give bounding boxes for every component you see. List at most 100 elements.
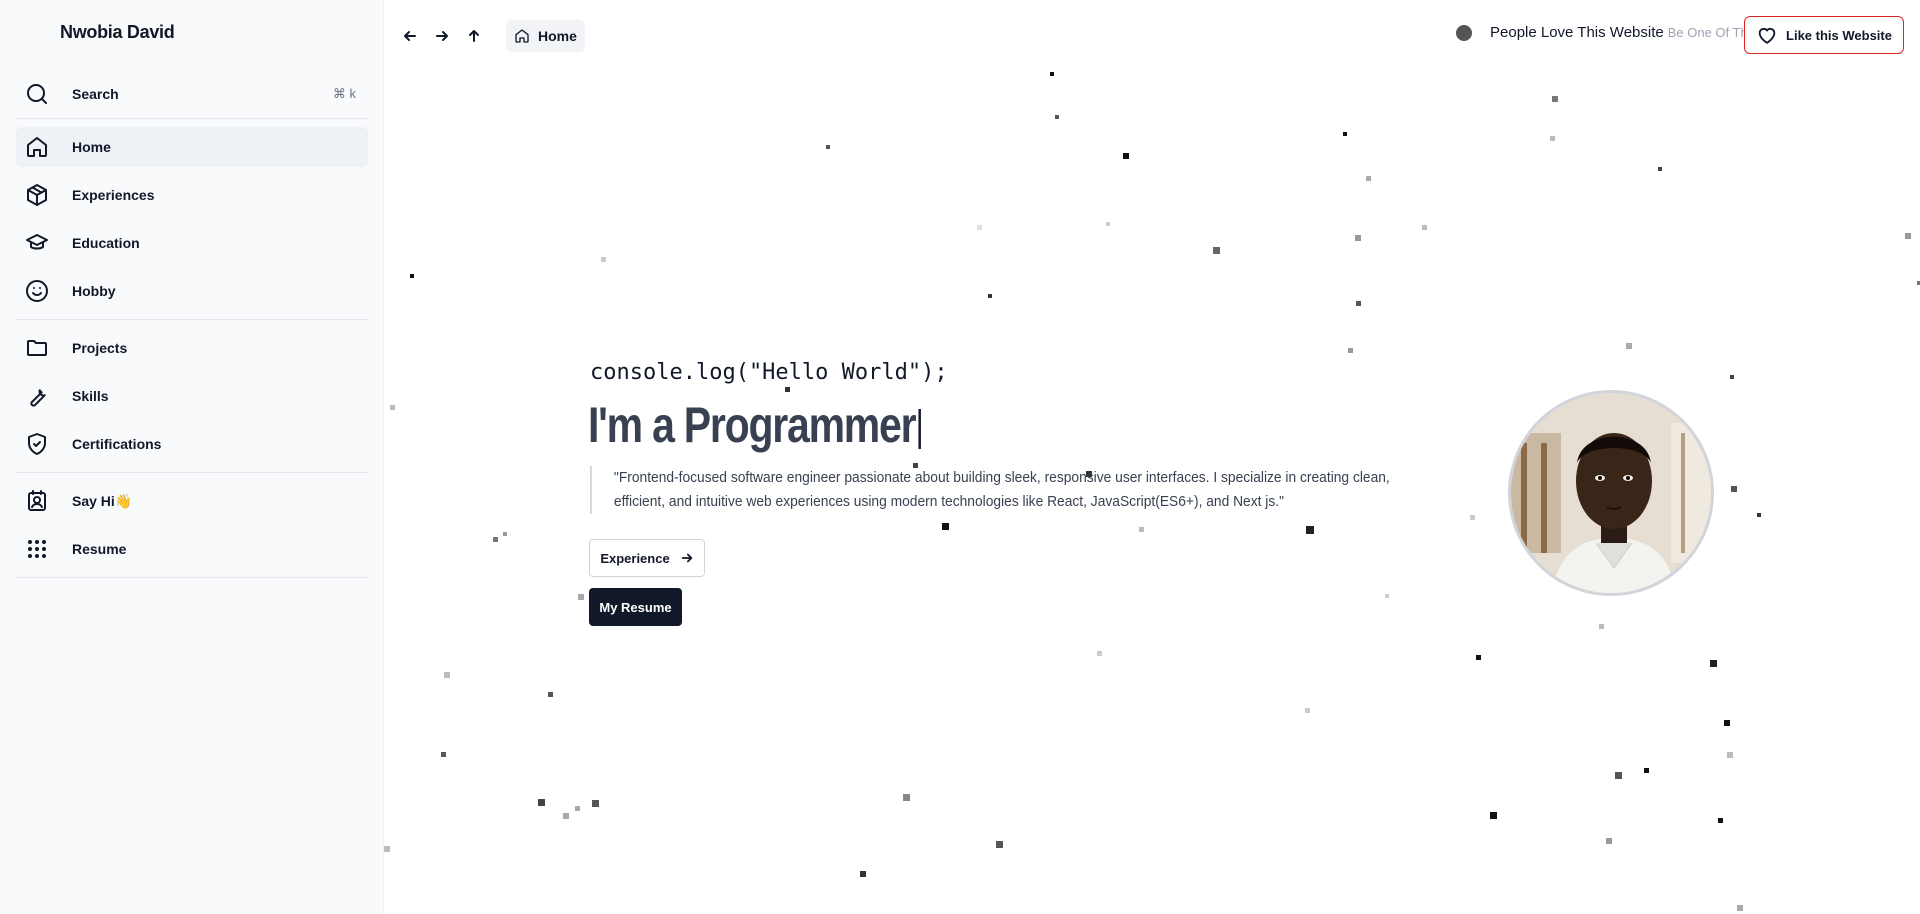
like-button-label: Like this Website: [1786, 27, 1892, 43]
profile-avatar: [1508, 390, 1714, 596]
background-pixel: [1306, 526, 1314, 534]
search-shortcut: ⌘ k: [332, 86, 356, 101]
sidebar-item-hobby[interactable]: Hobby: [16, 271, 368, 311]
background-pixel: [1658, 167, 1662, 171]
sidebar-item-skills[interactable]: Skills: [16, 376, 368, 416]
background-pixel: [1055, 115, 1059, 119]
back-button[interactable]: [394, 22, 426, 50]
background-pixel: [1737, 905, 1743, 911]
background-pixel: [503, 532, 507, 536]
background-pixel: [548, 692, 553, 697]
background-pixel: [1343, 132, 1347, 136]
background-pixel: [1724, 720, 1730, 726]
graduation-cap-icon: [24, 230, 50, 256]
sidebar-divider: [16, 472, 368, 473]
love-counter: People Love This Website Be One Of Them: [1456, 24, 1766, 41]
headline-text: I'm a Programmer: [588, 397, 917, 453]
sidebar-divider: [16, 118, 368, 119]
background-pixel: [977, 225, 982, 230]
sidebar-item-label: Resume: [72, 541, 127, 557]
heart-icon: [1758, 28, 1776, 44]
background-pixel: [1355, 235, 1361, 241]
background-pixel: [1348, 348, 1353, 353]
background-pixel: [1356, 301, 1361, 306]
background-pixel: [1097, 651, 1102, 656]
background-pixel: [444, 672, 450, 678]
background-pixel: [1050, 72, 1054, 76]
like-website-button[interactable]: Like this Website: [1744, 16, 1904, 54]
shield-check-icon: [24, 431, 50, 457]
background-pixel: [1470, 515, 1475, 520]
experience-button[interactable]: Experience: [589, 539, 705, 577]
experience-button-label: Experience: [600, 550, 670, 566]
background-pixel: [1422, 225, 1427, 230]
background-pixel: [1606, 838, 1612, 844]
background-pixel: [1213, 247, 1220, 254]
box-icon: [24, 182, 50, 208]
contact-icon: [24, 488, 50, 514]
typing-caret: [918, 408, 922, 449]
home-icon: [24, 134, 50, 160]
sidebar: Nwobia David Search ⌘ k Home Experiences…: [0, 0, 384, 914]
sidebar-item-label: Home: [72, 139, 111, 155]
sidebar-item-label: Hobby: [72, 283, 116, 299]
background-pixel: [493, 537, 498, 542]
background-pixel: [1718, 818, 1723, 823]
arrow-right-icon: [681, 553, 692, 563]
sidebar-item-home[interactable]: Home: [16, 127, 368, 167]
background-pixel: [903, 794, 910, 801]
background-pixel: [538, 799, 545, 806]
sidebar-item-education[interactable]: Education: [16, 223, 368, 263]
background-pixel: [1730, 375, 1734, 379]
background-pixel: [1106, 222, 1110, 226]
sidebar-item-resume[interactable]: Resume: [16, 529, 368, 569]
background-pixel: [1476, 655, 1481, 660]
hero-quote: "Frontend-focused software engineer pass…: [590, 466, 1409, 514]
background-pixel: [575, 806, 580, 811]
background-pixel: [1139, 527, 1144, 532]
resume-button[interactable]: My Resume: [589, 588, 682, 626]
sidebar-item-projects[interactable]: Projects: [16, 328, 368, 368]
brand-name: Nwobia David: [60, 22, 175, 42]
portrait-photo: [1511, 393, 1711, 593]
background-pixel: [942, 523, 949, 530]
love-text: People Love This Website: [1490, 24, 1664, 41]
background-pixel: [996, 841, 1003, 848]
forward-button[interactable]: [426, 22, 458, 50]
background-pixel: [1644, 768, 1649, 773]
sidebar-item-say-hi[interactable]: Say Hi👋: [16, 481, 368, 521]
background-pixel: [601, 257, 606, 262]
breadcrumb-label: Home: [538, 28, 577, 44]
background-pixel: [1305, 708, 1310, 713]
sidebar-item-certifications[interactable]: Certifications: [16, 424, 368, 464]
background-pixel: [1599, 624, 1604, 629]
top-navigation: Home: [394, 20, 585, 52]
background-pixel: [410, 274, 414, 278]
background-pixel: [1905, 233, 1911, 239]
background-pixel: [1490, 812, 1497, 819]
sidebar-item-label: Skills: [72, 388, 109, 404]
background-pixel: [578, 594, 584, 600]
up-button[interactable]: [458, 22, 490, 50]
background-pixel: [1552, 96, 1558, 102]
wrench-icon: [24, 383, 50, 409]
background-pixel: [785, 387, 790, 392]
hero-headline: I'm a Programmer: [588, 396, 922, 454]
background-pixel: [384, 846, 390, 852]
background-pixel: [1727, 752, 1733, 758]
breadcrumb[interactable]: Home: [506, 20, 585, 52]
sidebar-item-label: Say Hi👋: [72, 492, 133, 509]
background-pixel: [390, 405, 395, 410]
sidebar-item-label: Experiences: [72, 187, 155, 203]
sidebar-item-experiences[interactable]: Experiences: [16, 175, 368, 215]
background-pixel: [1615, 772, 1622, 779]
arrow-up-icon: [469, 30, 479, 42]
sidebar-item-label: Certifications: [72, 436, 162, 452]
smile-icon: [24, 278, 50, 304]
grid-dots-icon: [24, 536, 50, 562]
resume-button-label: My Resume: [599, 599, 672, 615]
search-button[interactable]: Search ⌘ k: [16, 74, 368, 114]
background-pixel: [1710, 660, 1717, 667]
arrow-left-icon: [404, 31, 416, 41]
background-pixel: [1550, 136, 1555, 141]
